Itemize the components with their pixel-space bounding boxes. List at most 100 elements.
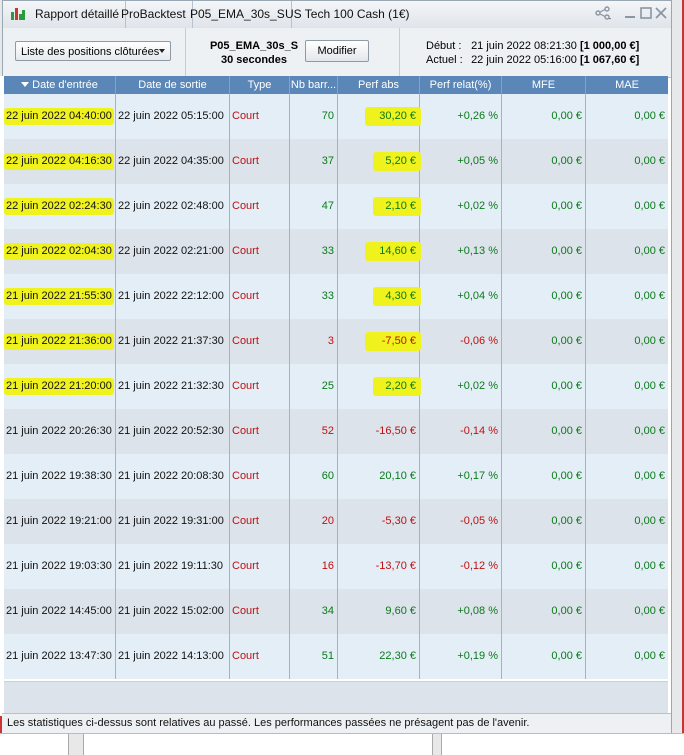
entry-date-cell: 21 juin 2022 21:55:30: [4, 274, 116, 319]
entry-date-cell: 21 juin 2022 19:21:00: [4, 499, 116, 544]
perf-abs-cell: -5,30 €: [338, 499, 420, 544]
table-row[interactable]: 21 juin 2022 20:26:30 21 juin 2022 20:52:…: [4, 409, 668, 454]
mae-cell: 0,00 €: [586, 139, 668, 184]
exit-date-cell: 21 juin 2022 14:13:00: [116, 634, 230, 679]
column-header-type[interactable]: Type: [230, 76, 290, 94]
mfe-cell: 0,00 €: [502, 499, 586, 544]
mae-cell: 0,00 €: [586, 274, 668, 319]
perf-rel-cell: -0,05 %: [420, 499, 502, 544]
tab-strategy[interactable]: P05_EMA_30s_S: [184, 1, 292, 28]
entry-date-value: 21 juin 2022 19:21:00: [6, 515, 112, 527]
perf-rel-cell: +0,19 %: [420, 634, 502, 679]
mfe-cell: 0,00 €: [502, 409, 586, 454]
perf-rel-cell: +0,13 %: [420, 229, 502, 274]
entry-date-cell: 21 juin 2022 21:36:00: [4, 319, 116, 364]
table-row[interactable]: 21 juin 2022 14:45:00 21 juin 2022 15:02:…: [4, 589, 668, 634]
share-icon[interactable]: [595, 6, 613, 20]
modify-button[interactable]: Modifier: [305, 40, 369, 62]
mfe-value: 0,00 €: [551, 515, 582, 527]
titlebar[interactable]: Rapport détaillé ProBacktest P05_EMA_30s…: [3, 1, 671, 29]
type-cell: Court: [230, 229, 290, 274]
type-value: Court: [232, 245, 259, 257]
column-header-exit-date[interactable]: Date de sortie: [116, 76, 230, 94]
tab-instrument[interactable]: US Tech 100 Cash (1€): [279, 1, 416, 28]
mae-value: 0,00 €: [634, 335, 665, 347]
mae-cell: 0,00 €: [586, 589, 668, 634]
table-row[interactable]: 21 juin 2022 19:38:30 21 juin 2022 20:08:…: [4, 454, 668, 499]
entry-date-value: 21 juin 2022 21:55:30: [6, 290, 112, 302]
table-row[interactable]: 21 juin 2022 21:36:00 21 juin 2022 21:37:…: [4, 319, 668, 364]
entry-date-value: 21 juin 2022 21:20:00: [6, 380, 112, 392]
tab-detailed-report[interactable]: Rapport détaillé: [29, 1, 127, 28]
perf-rel-value: -0,05 %: [460, 515, 498, 527]
mae-value: 0,00 €: [634, 110, 665, 122]
entry-date-value: 21 juin 2022 19:03:30: [6, 560, 112, 572]
perf-abs-value: 2,10 €: [385, 200, 416, 212]
view-select[interactable]: Liste des positions clôturées: [15, 41, 171, 61]
exit-date-cell: 22 juin 2022 02:21:00: [116, 229, 230, 274]
column-header-perf-abs[interactable]: Perf abs: [338, 76, 420, 94]
bars-cell: 60: [290, 454, 338, 499]
column-header-entry-date[interactable]: Date d'entrée: [4, 76, 116, 94]
perf-abs-value: 20,10 €: [379, 470, 416, 482]
maximize-icon[interactable]: [639, 6, 653, 20]
exit-date-value: 21 juin 2022 15:02:00: [118, 605, 224, 617]
minimize-icon[interactable]: [623, 6, 637, 20]
type-cell: Court: [230, 634, 290, 679]
table-row[interactable]: 22 juin 2022 02:04:30 22 juin 2022 02:21:…: [4, 229, 668, 274]
perf-abs-cell: 5,20 €: [338, 139, 421, 184]
bars-cell: 33: [290, 274, 338, 319]
table-row[interactable]: 21 juin 2022 13:47:30 21 juin 2022 14:13:…: [4, 634, 668, 679]
type-cell: Court: [230, 274, 290, 319]
table-row[interactable]: 21 juin 2022 19:03:30 21 juin 2022 19:11:…: [4, 544, 668, 589]
column-header-bars[interactable]: Nb barr...: [290, 76, 338, 94]
entry-date-cell: 22 juin 2022 02:04:30: [4, 229, 116, 274]
column-header-mfe[interactable]: MFE: [502, 76, 586, 94]
type-value: Court: [232, 650, 259, 662]
entry-date-value: 22 juin 2022 04:40:00: [6, 110, 112, 122]
close-icon[interactable]: [654, 6, 668, 20]
strategy-name: P05_EMA_30s_S: [209, 40, 299, 52]
mfe-value: 0,00 €: [551, 470, 582, 482]
perf-abs-cell: 9,60 €: [338, 589, 420, 634]
exit-date-value: 22 juin 2022 05:15:00: [118, 110, 224, 122]
table-row[interactable]: 22 juin 2022 02:24:30 22 juin 2022 02:48:…: [4, 184, 668, 229]
mfe-cell: 0,00 €: [502, 454, 586, 499]
type-cell: Court: [230, 364, 290, 409]
type-value: Court: [232, 200, 259, 212]
exit-date-value: 21 juin 2022 21:32:30: [118, 380, 224, 392]
perf-rel-cell: +0,04 %: [420, 274, 502, 319]
bars-value: 33: [321, 245, 334, 257]
column-header-perf-rel[interactable]: Perf relat(%): [420, 76, 502, 94]
perf-rel-value: +0,02 %: [457, 380, 498, 392]
perf-rel-value: +0,13 %: [457, 245, 498, 257]
exit-date-cell: 22 juin 2022 05:15:00: [116, 94, 230, 139]
table-row[interactable]: 22 juin 2022 04:16:30 22 juin 2022 04:35:…: [4, 139, 668, 184]
table-row[interactable]: 21 juin 2022 21:20:00 21 juin 2022 21:32:…: [4, 364, 668, 409]
type-value: Court: [232, 470, 259, 482]
type-cell: Court: [230, 499, 290, 544]
entry-date-value: 22 juin 2022 02:24:30: [6, 200, 112, 212]
type-cell: Court: [230, 139, 290, 184]
mfe-cell: 0,00 €: [502, 139, 586, 184]
exit-date-cell: 21 juin 2022 20:52:30: [116, 409, 230, 454]
table-row[interactable]: 21 juin 2022 21:55:30 21 juin 2022 22:12:…: [4, 274, 668, 319]
perf-abs-cell: 2,20 €: [338, 364, 421, 409]
table-row[interactable]: 21 juin 2022 19:21:00 21 juin 2022 19:31:…: [4, 499, 668, 544]
type-value: Court: [232, 515, 259, 527]
exit-date-cell: 22 juin 2022 04:35:00: [116, 139, 230, 184]
type-cell: Court: [230, 589, 290, 634]
bars-value: 3: [327, 335, 334, 347]
tab-probacktest[interactable]: ProBacktest: [115, 1, 193, 28]
type-cell: Court: [230, 94, 290, 139]
column-header-mae[interactable]: MAE: [586, 76, 668, 94]
view-select-value: Liste des positions clôturées: [21, 46, 160, 58]
exit-date-value: 21 juin 2022 14:13:00: [118, 650, 224, 662]
table-row[interactable]: 22 juin 2022 04:40:00 22 juin 2022 05:15:…: [4, 94, 668, 139]
mfe-value: 0,00 €: [551, 200, 582, 212]
chart-bars-icon: [11, 8, 25, 20]
backtest-dates: Début : 21 juin 2022 08:21:30 [1 000,00 …: [426, 39, 639, 67]
mfe-value: 0,00 €: [551, 335, 582, 347]
mae-value: 0,00 €: [634, 470, 665, 482]
bars-cell: 33: [290, 229, 338, 274]
